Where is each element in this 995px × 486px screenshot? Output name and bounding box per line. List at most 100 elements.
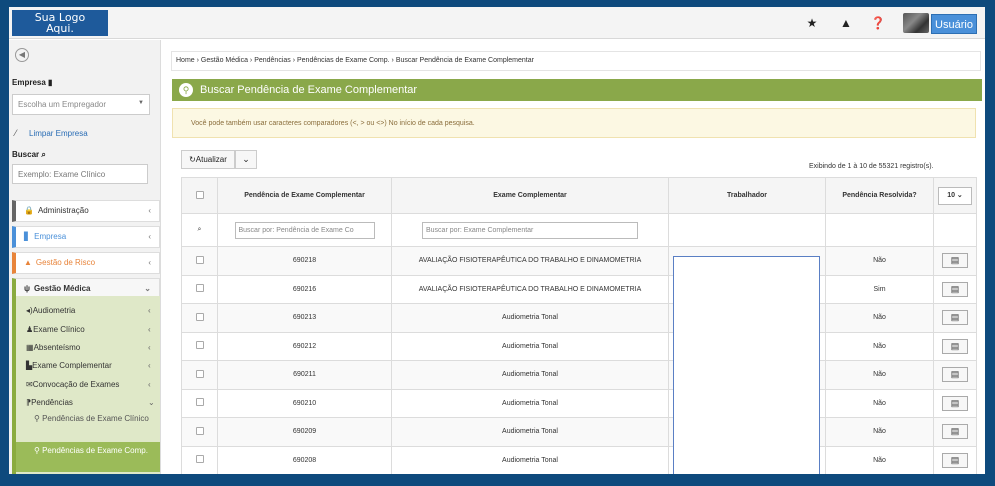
table-row[interactable]: 690211 Audiometria Tonal Não ▤ xyxy=(181,360,977,390)
row-checkbox[interactable] xyxy=(195,369,204,378)
stethoscope-icon: ψ xyxy=(24,284,31,293)
details-icon[interactable]: ▤ xyxy=(942,367,968,383)
submenu-pend-exame-comp: ⚲ Pendências de Exame Comp. xyxy=(34,446,154,456)
submenu-absenteismo[interactable]: ▦Absenteísmo ‹ xyxy=(26,343,151,352)
row-checkbox[interactable] xyxy=(195,312,204,321)
table-row[interactable]: 690213 Audiometria Tonal Não ▤ xyxy=(181,303,977,333)
menu-administracao[interactable]: 🔒 Administração ‹ xyxy=(12,200,160,222)
chevron-left-icon: ‹ xyxy=(148,258,151,267)
submenu-audiometria[interactable]: ◂)Audiometria ‹ xyxy=(26,306,151,315)
app-frame: Sua Logo Aqui. ★ ▲ ❓ Usuário ◀ Empresa ▮… xyxy=(9,7,985,474)
details-icon[interactable]: ▤ xyxy=(942,338,968,354)
details-icon[interactable]: ▤ xyxy=(942,253,968,269)
filter-search-cell: ⌕ xyxy=(181,213,218,247)
filter-cell xyxy=(825,213,934,247)
submenu-pendencias[interactable]: ⁋Pendências ⌄ xyxy=(26,398,155,407)
menu-label: Administração xyxy=(37,206,89,215)
filter-pendencia-input[interactable]: Buscar por: Pendência de Exame Co xyxy=(234,221,375,239)
row-checkbox[interactable] xyxy=(195,455,204,464)
cell-exam: Audiometria Tonal xyxy=(391,417,669,447)
select-all-checkbox[interactable] xyxy=(195,190,204,199)
chevron-left-icon: ‹ xyxy=(148,325,151,334)
table-row[interactable]: 690216 AVALIAÇÃO FISIOTERAPÊUTICA DO TRA… xyxy=(181,274,977,304)
page-size-select[interactable]: 10 ⌄ xyxy=(938,186,972,205)
chevron-left-icon: ‹ xyxy=(148,380,151,389)
submenu-convocacao[interactable]: ✉Convocação de Exames ‹ xyxy=(26,380,151,389)
table-row[interactable]: 690218 AVALIAÇÃO FISIOTERAPÊUTICA DO TRA… xyxy=(181,246,977,276)
cell-exam: AVALIAÇÃO FISIOTERAPÊUTICA DO TRABALHO E… xyxy=(391,246,669,276)
search-icon: ⌕ xyxy=(197,226,202,233)
cell-resolved: Não xyxy=(825,417,934,447)
filter-exame-input[interactable]: Buscar por: Exame Complementar xyxy=(422,221,638,239)
cell-id: 690209 xyxy=(217,417,392,447)
details-icon[interactable]: ▤ xyxy=(942,281,968,297)
user-button[interactable]: Usuário xyxy=(931,14,977,34)
help-icon[interactable]: ❓ xyxy=(871,16,886,30)
submenu-pend-exame-comp-active[interactable]: ⚲ Pendências de Exame Comp. xyxy=(16,442,160,472)
submenu-exame-complementar[interactable]: ▙Exame Complementar ‹ xyxy=(26,361,151,370)
empresa-select[interactable]: Escolha um Empregador ▼ xyxy=(12,94,150,115)
details-icon[interactable]: ▤ xyxy=(942,395,968,411)
results-table: Pendência de Exame Complementar Exame Co… xyxy=(181,177,977,474)
row-checkbox[interactable] xyxy=(195,284,204,293)
col-header[interactable]: Pendência de Exame Complementar xyxy=(217,177,392,214)
collapse-sidebar-icon[interactable]: ◀ xyxy=(15,48,29,62)
star-icon[interactable]: ★ xyxy=(805,16,819,30)
page-title: Buscar Pendência de Exame Complementar xyxy=(200,84,418,96)
cell-id: 690213 xyxy=(217,303,392,333)
details-icon[interactable]: ▤ xyxy=(942,424,968,440)
warning-icon[interactable]: ▲ xyxy=(839,16,853,30)
row-checkbox[interactable] xyxy=(195,255,204,264)
chevron-left-icon: ‹ xyxy=(148,306,151,315)
search-label: Buscar ⌕ xyxy=(12,150,46,159)
details-icon[interactable]: ▤ xyxy=(942,452,968,468)
submenu-exame-clinico[interactable]: ♟Exame Clínico ‹ xyxy=(26,325,151,334)
breadcrumb: Home › Gestão Médica › Pendências › Pend… xyxy=(171,51,981,71)
row-checkbox[interactable] xyxy=(195,398,204,407)
select-all-cell xyxy=(181,177,218,214)
details-icon[interactable]: ▤ xyxy=(942,310,968,326)
cell-exam: Audiometria Tonal xyxy=(391,388,669,418)
calendar-icon: ▦ xyxy=(26,343,34,352)
cell-exam: Audiometria Tonal xyxy=(391,331,669,361)
submenu-label: Audiometria xyxy=(32,306,76,315)
cell-id: 690211 xyxy=(217,360,392,390)
menu-empresa[interactable]: ▋ Empresa ‹ xyxy=(12,226,160,248)
cell-exam: AVALIAÇÃO FISIOTERAPÊUTICA DO TRABALHO E… xyxy=(391,274,669,304)
col-header[interactable]: Exame Complementar xyxy=(391,177,669,214)
sidebar-search-input[interactable]: Exemplo: Exame Clínico xyxy=(12,164,148,184)
submenu-label: Absenteísmo xyxy=(33,343,81,352)
building-icon: ▋ xyxy=(24,232,31,241)
col-header[interactable]: Trabalhador xyxy=(668,177,826,214)
submenu-label: Exame Clínico xyxy=(33,325,85,334)
cell-id: 690210 xyxy=(217,388,392,418)
table-row[interactable]: 690212 Audiometria Tonal Não ▤ xyxy=(181,331,977,361)
submenu-label: Pendências de Exame Comp. xyxy=(42,446,148,455)
topbar: Sua Logo Aqui. ★ ▲ ❓ Usuário xyxy=(9,7,985,39)
table-row[interactable]: 690210 Audiometria Tonal Não ▤ xyxy=(181,388,977,418)
chevron-left-icon: ‹ xyxy=(148,232,151,241)
menu-label: Empresa xyxy=(34,232,67,241)
row-checkbox[interactable] xyxy=(195,426,204,435)
info-alert: Você pode também usar caracteres compara… xyxy=(172,108,976,138)
menu-gestao-risco[interactable]: ▲ Gestão de Risco ‹ xyxy=(12,252,160,274)
table-row[interactable]: 690209 Audiometria Tonal Não ▤ xyxy=(181,417,977,447)
dropdown-button[interactable]: ⌄ xyxy=(235,150,257,169)
table-row[interactable]: 690208 Audiometria Tonal Não ▤ xyxy=(181,445,977,474)
row-checkbox[interactable] xyxy=(195,341,204,350)
table-header: Pendência de Exame Complementar Exame Co… xyxy=(181,177,977,214)
menu-label: Gestão de Risco xyxy=(35,258,96,267)
avatar[interactable] xyxy=(903,13,929,33)
submenu-pend-exame-clinico[interactable]: ⚲ Pendências de Exame Clínico xyxy=(34,414,154,424)
col-header[interactable]: Pendência Resolvida? xyxy=(825,177,934,214)
menu-label: Gestão Médica xyxy=(34,284,91,293)
cell-resolved: Sim xyxy=(825,274,934,304)
logo[interactable]: Sua Logo Aqui. xyxy=(12,10,108,36)
refresh-button[interactable]: ↻Atualizar xyxy=(181,150,235,169)
cell-resolved: Não xyxy=(825,388,934,418)
clear-empresa-link[interactable]: Limpar Empresa xyxy=(29,129,88,138)
chevron-left-icon: ‹ xyxy=(148,361,151,370)
filter-row: ⌕ Buscar por: Pendência de Exame Co Busc… xyxy=(181,213,977,247)
sound-icon: ◂) xyxy=(26,306,33,315)
filter-cell xyxy=(933,213,977,247)
